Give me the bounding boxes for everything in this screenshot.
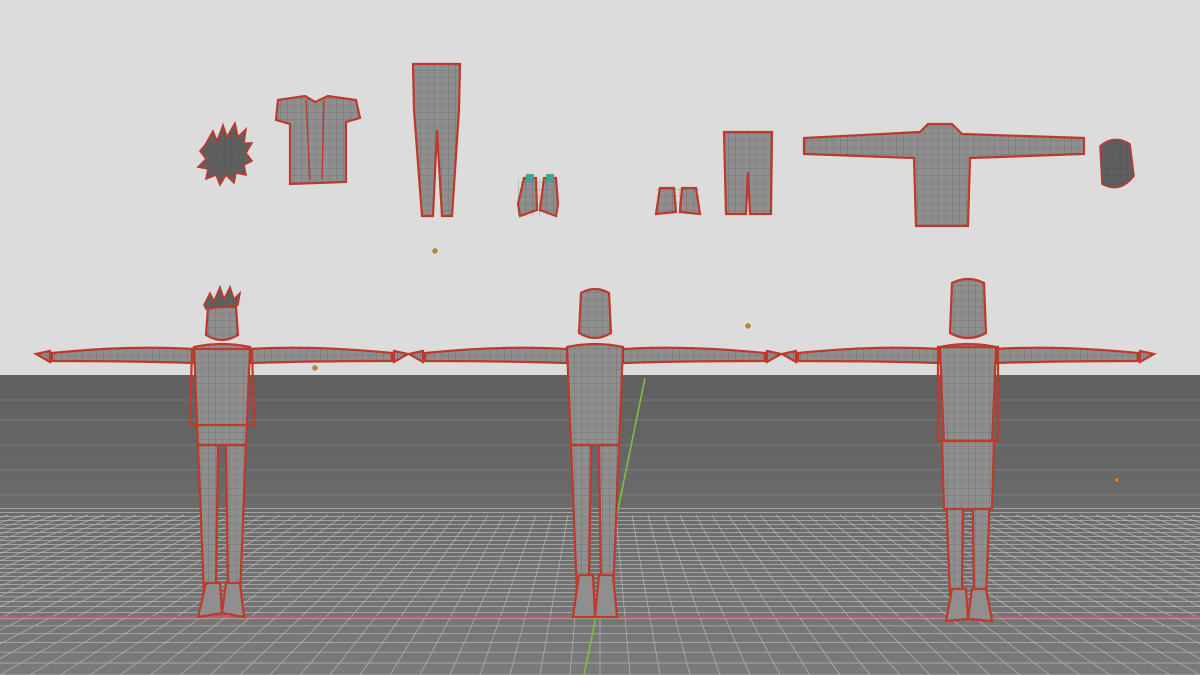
origin-marker: [1114, 477, 1120, 483]
cap-hair-mesh[interactable]: [1099, 138, 1135, 189]
low-shoes-mesh[interactable]: [654, 186, 702, 216]
viewport-canvas[interactable]: [0, 0, 1200, 675]
sneakers-mesh[interactable]: [516, 174, 560, 218]
origin-marker: [312, 365, 318, 371]
origin-marker: [432, 248, 438, 254]
3d-viewport[interactable]: [0, 0, 1200, 675]
origin-marker: [745, 323, 751, 329]
